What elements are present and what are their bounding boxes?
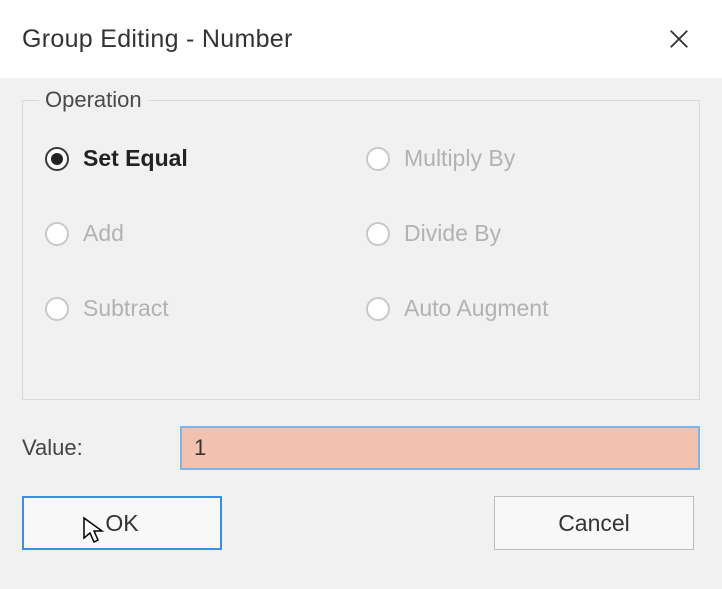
ok-button[interactable]: OK bbox=[22, 496, 222, 550]
dialog-body: Operation Set Equal Multiply By Add Divi… bbox=[0, 78, 722, 589]
value-label: Value: bbox=[22, 435, 172, 461]
group-editing-dialog: Group Editing - Number Operation Set Equ… bbox=[0, 0, 722, 589]
cancel-button[interactable]: Cancel bbox=[494, 496, 694, 550]
radio-icon bbox=[366, 222, 390, 246]
radio-icon bbox=[45, 147, 69, 171]
close-icon bbox=[668, 28, 690, 50]
radio-subtract: Subtract bbox=[45, 295, 356, 322]
ok-button-label: OK bbox=[105, 510, 138, 537]
close-button[interactable] bbox=[664, 24, 694, 54]
radio-icon bbox=[45, 222, 69, 246]
operation-legend: Operation bbox=[39, 87, 148, 113]
titlebar: Group Editing - Number bbox=[0, 0, 722, 78]
radio-icon bbox=[45, 297, 69, 321]
radio-multiply-by: Multiply By bbox=[366, 145, 677, 172]
radio-add: Add bbox=[45, 220, 356, 247]
button-row: OK Cancel bbox=[22, 496, 700, 550]
radio-label: Divide By bbox=[404, 220, 501, 247]
radio-icon bbox=[366, 297, 390, 321]
radio-label: Add bbox=[83, 220, 124, 247]
radio-auto-augment: Auto Augment bbox=[366, 295, 677, 322]
radio-label: Auto Augment bbox=[404, 295, 549, 322]
radio-icon bbox=[366, 147, 390, 171]
cancel-button-label: Cancel bbox=[558, 510, 630, 537]
value-input[interactable] bbox=[180, 426, 700, 470]
radio-label: Subtract bbox=[83, 295, 169, 322]
cursor-icon bbox=[82, 516, 108, 546]
operation-radio-grid: Set Equal Multiply By Add Divide By Subt bbox=[45, 135, 677, 322]
operation-groupbox: Operation Set Equal Multiply By Add Divi… bbox=[22, 100, 700, 400]
value-row: Value: bbox=[22, 426, 700, 470]
dialog-title: Group Editing - Number bbox=[22, 25, 293, 54]
radio-set-equal[interactable]: Set Equal bbox=[45, 145, 356, 172]
radio-label: Multiply By bbox=[404, 145, 515, 172]
radio-divide-by: Divide By bbox=[366, 220, 677, 247]
radio-label: Set Equal bbox=[83, 145, 188, 172]
